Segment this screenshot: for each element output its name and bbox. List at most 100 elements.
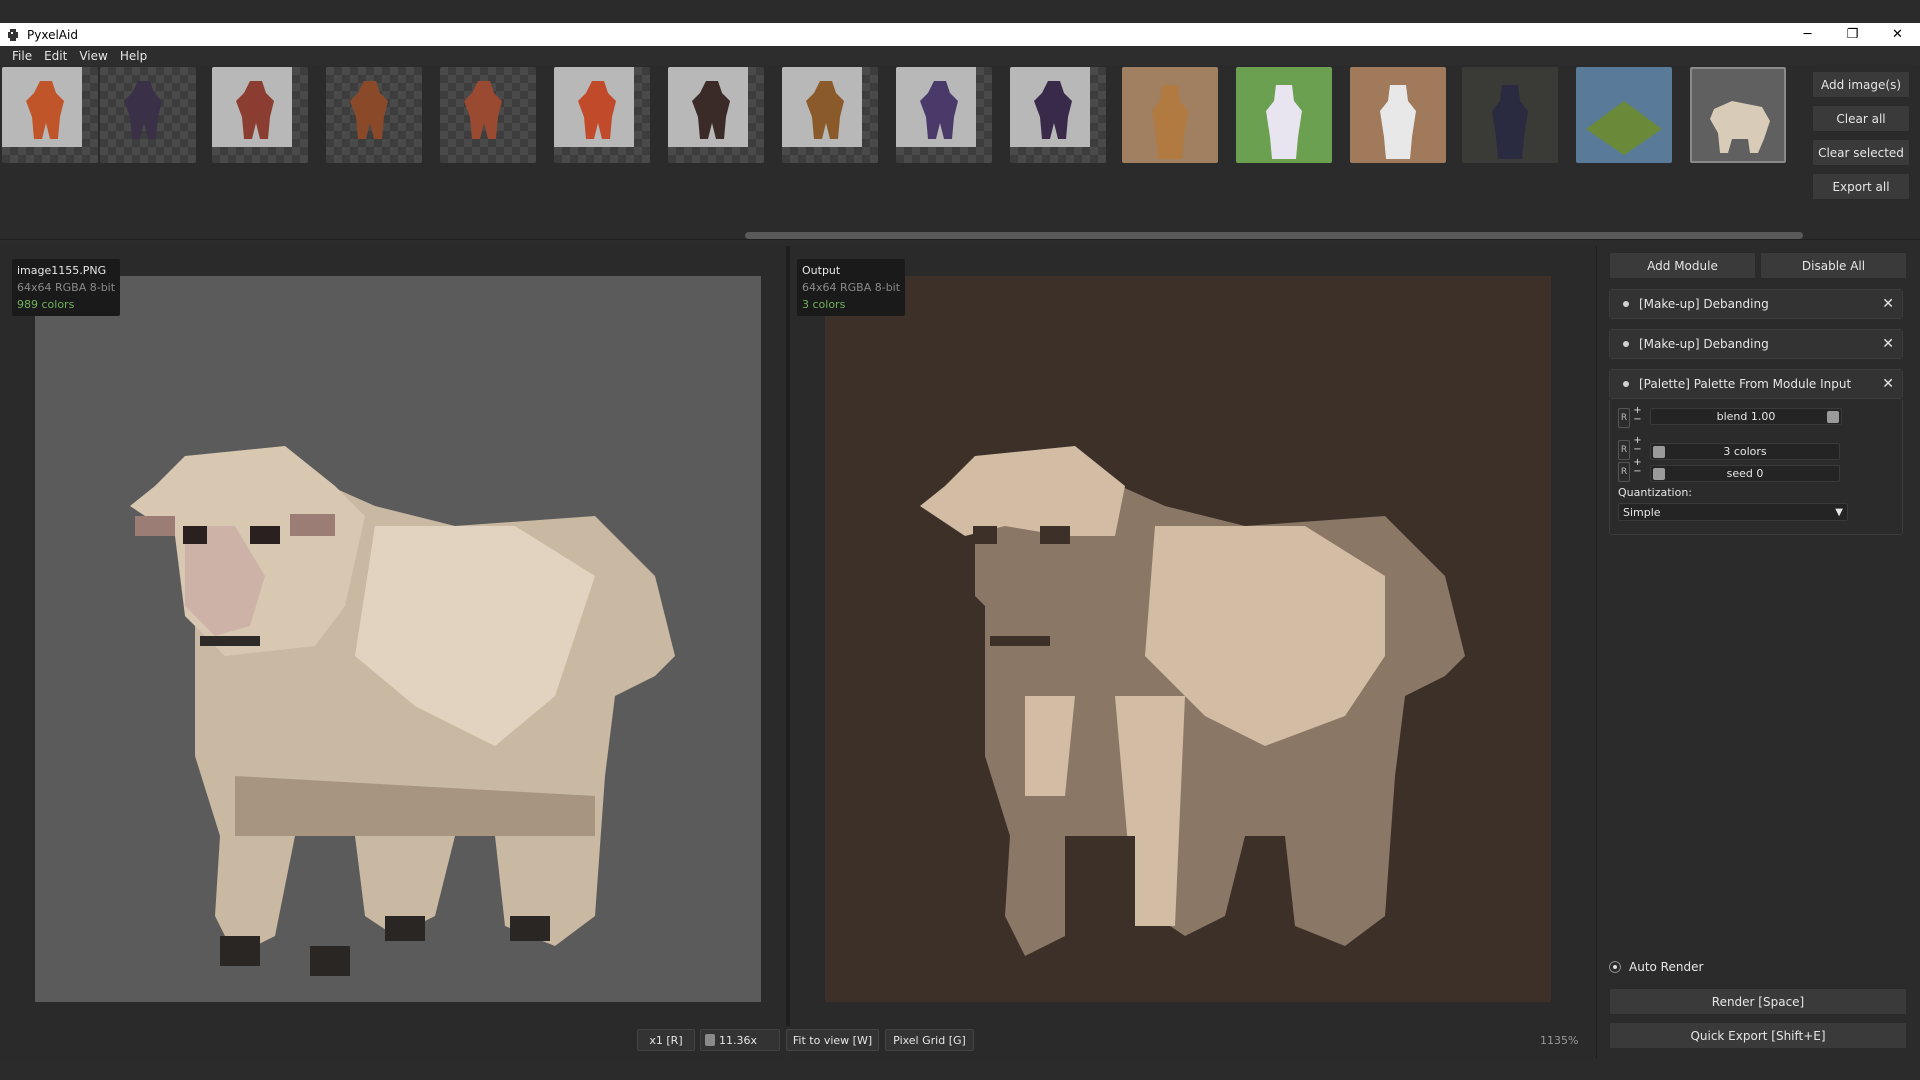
zoom-handle[interactable] — [705, 1034, 715, 1046]
input-view[interactable]: image1155.PNG 64x64 RGBA 8-bit 989 color… — [0, 246, 786, 1059]
gallery-thumbnail[interactable] — [1236, 67, 1332, 163]
gallery-thumbnail[interactable] — [2, 67, 98, 163]
menu-edit[interactable]: Edit — [38, 49, 73, 63]
zoom-field[interactable]: 11.36x — [700, 1029, 780, 1051]
auto-render-toggle[interactable]: Auto Render — [1609, 960, 1703, 974]
thumbnail-image — [1010, 67, 1090, 147]
add-module-button[interactable]: Add Module — [1609, 252, 1756, 279]
quantization-select[interactable]: Simple ▼ — [1618, 503, 1848, 521]
blend-value: blend 1.00 — [1716, 410, 1776, 423]
add-images-button[interactable]: Add image(s) — [1812, 71, 1910, 98]
module-item-selected[interactable]: [Palette] Palette From Module Input ✕ — [1609, 369, 1903, 399]
gallery-thumbnail[interactable] — [554, 67, 650, 163]
dropdown-arrow-icon[interactable]: ▼ — [1835, 507, 1843, 518]
close-icon[interactable]: ✕ — [1882, 376, 1894, 392]
module-item[interactable]: [Make-up] Debanding ✕ — [1609, 289, 1903, 319]
seed-value: seed 0 — [1726, 467, 1764, 480]
module-item[interactable]: [Make-up] Debanding ✕ — [1609, 329, 1903, 359]
quick-export-button[interactable]: Quick Export [Shift+E] — [1609, 1022, 1907, 1049]
thumbnail-image — [2, 67, 82, 147]
minus-icon[interactable]: − — [1633, 444, 1641, 455]
gallery-thumbnail[interactable] — [782, 67, 878, 163]
gallery-thumbnail[interactable] — [1462, 67, 1558, 163]
thumbnail-image — [896, 67, 976, 147]
blend-stepper[interactable]: + − — [1632, 406, 1643, 426]
thumbnail-image — [464, 81, 502, 139]
colors-value: 3 colors — [1723, 445, 1767, 458]
colors-stepper[interactable]: + − — [1632, 436, 1643, 456]
menu-file[interactable]: File — [6, 49, 38, 63]
clear-all-button[interactable]: Clear all — [1812, 105, 1910, 132]
thumbnail-image — [1350, 67, 1446, 163]
reset-colors-button[interactable]: R — [1618, 440, 1630, 460]
thumbnail-image — [124, 81, 162, 139]
gallery-thumbnail[interactable] — [1576, 67, 1672, 163]
minimize-button[interactable]: ─ — [1785, 23, 1830, 46]
image-gallery: Add image(s) Clear all Clear selected Ex… — [0, 65, 1920, 240]
zoom-value: 11.36x — [719, 1033, 758, 1047]
seed-handle[interactable] — [1653, 468, 1665, 480]
menu-help[interactable]: Help — [114, 49, 153, 63]
input-canvas[interactable] — [35, 276, 761, 1002]
colors-handle[interactable] — [1653, 446, 1665, 458]
close-icon[interactable]: ✕ — [1882, 336, 1894, 352]
thumbnail-image — [668, 67, 748, 147]
gallery-thumbnail[interactable] — [1350, 67, 1446, 163]
gallery-thumbnail[interactable] — [212, 67, 308, 163]
blend-handle[interactable] — [1827, 411, 1839, 423]
module-enabled-dot[interactable] — [1623, 381, 1629, 387]
reset-blend-button[interactable]: R — [1618, 408, 1630, 428]
output-sheep-image — [825, 276, 1551, 1002]
close-icon[interactable]: ✕ — [1882, 296, 1894, 312]
gallery-thumbnail[interactable] — [1010, 67, 1106, 163]
gallery-thumbnail[interactable] — [1122, 67, 1218, 163]
menu-bar: File Edit View Help — [0, 46, 1920, 65]
input-sheep-image — [35, 276, 761, 1002]
minus-icon[interactable]: − — [1633, 414, 1641, 425]
thumbnail-image — [554, 67, 634, 147]
status-bar — [0, 1059, 1920, 1080]
maximize-button[interactable]: ❐ — [1830, 23, 1875, 46]
export-all-button[interactable]: Export all — [1812, 173, 1910, 200]
output-view[interactable]: Output 64x64 RGBA 8-bit 3 colors — [790, 246, 1596, 1059]
gallery-scrollbar[interactable] — [745, 232, 1803, 239]
gallery-thumbnail[interactable] — [326, 67, 422, 163]
gallery-thumbnail[interactable] — [896, 67, 992, 163]
thumbnail-image — [1236, 67, 1332, 163]
gallery-thumbnail[interactable] — [440, 67, 536, 163]
module-label: [Palette] Palette From Module Input — [1639, 377, 1852, 391]
output-canvas[interactable] — [825, 276, 1551, 1002]
seed-slider[interactable]: seed 0 — [1650, 465, 1840, 482]
gallery-thumbnail[interactable] — [1690, 67, 1786, 163]
fit-to-view-button[interactable]: Fit to view [W] — [786, 1029, 879, 1051]
pixel-grid-button[interactable]: Pixel Grid [G] — [885, 1029, 974, 1051]
module-label: [Make-up] Debanding — [1639, 337, 1769, 351]
thumbnail-image — [1462, 67, 1558, 163]
clear-selected-button[interactable]: Clear selected — [1812, 139, 1910, 166]
menu-view[interactable]: View — [73, 49, 113, 63]
thumbnail-image — [1692, 69, 1784, 161]
auto-render-radio[interactable] — [1609, 961, 1621, 973]
module-params: R + − blend 1.00 R + − 3 colors R + − seed … — [1609, 400, 1903, 535]
minus-icon[interactable]: − — [1633, 466, 1641, 477]
input-color-count: 989 colors — [17, 298, 75, 311]
scale-button[interactable]: x1 [R] — [637, 1029, 695, 1051]
disable-all-button[interactable]: Disable All — [1760, 252, 1907, 279]
thumbnail-image — [350, 81, 388, 139]
module-label: [Make-up] Debanding — [1639, 297, 1769, 311]
gallery-thumbnail[interactable] — [100, 67, 196, 163]
gallery-thumbnail[interactable] — [668, 67, 764, 163]
module-enabled-dot[interactable] — [1623, 341, 1629, 347]
blend-slider[interactable]: blend 1.00 — [1650, 408, 1842, 425]
seed-stepper[interactable]: + − — [1632, 458, 1643, 478]
title-bar: PyxelAid ─ ❐ ✕ — [0, 23, 1920, 46]
thumbnail-image — [1576, 67, 1672, 163]
input-meta: 64x64 RGBA 8-bit — [17, 281, 116, 294]
app-title: PyxelAid — [27, 27, 78, 42]
close-window-button[interactable]: ✕ — [1875, 23, 1920, 46]
top-band — [0, 0, 1920, 23]
colors-slider[interactable]: 3 colors — [1650, 443, 1840, 460]
module-enabled-dot[interactable] — [1623, 301, 1629, 307]
reset-seed-button[interactable]: R — [1618, 462, 1630, 482]
render-button[interactable]: Render [Space] — [1609, 988, 1907, 1015]
